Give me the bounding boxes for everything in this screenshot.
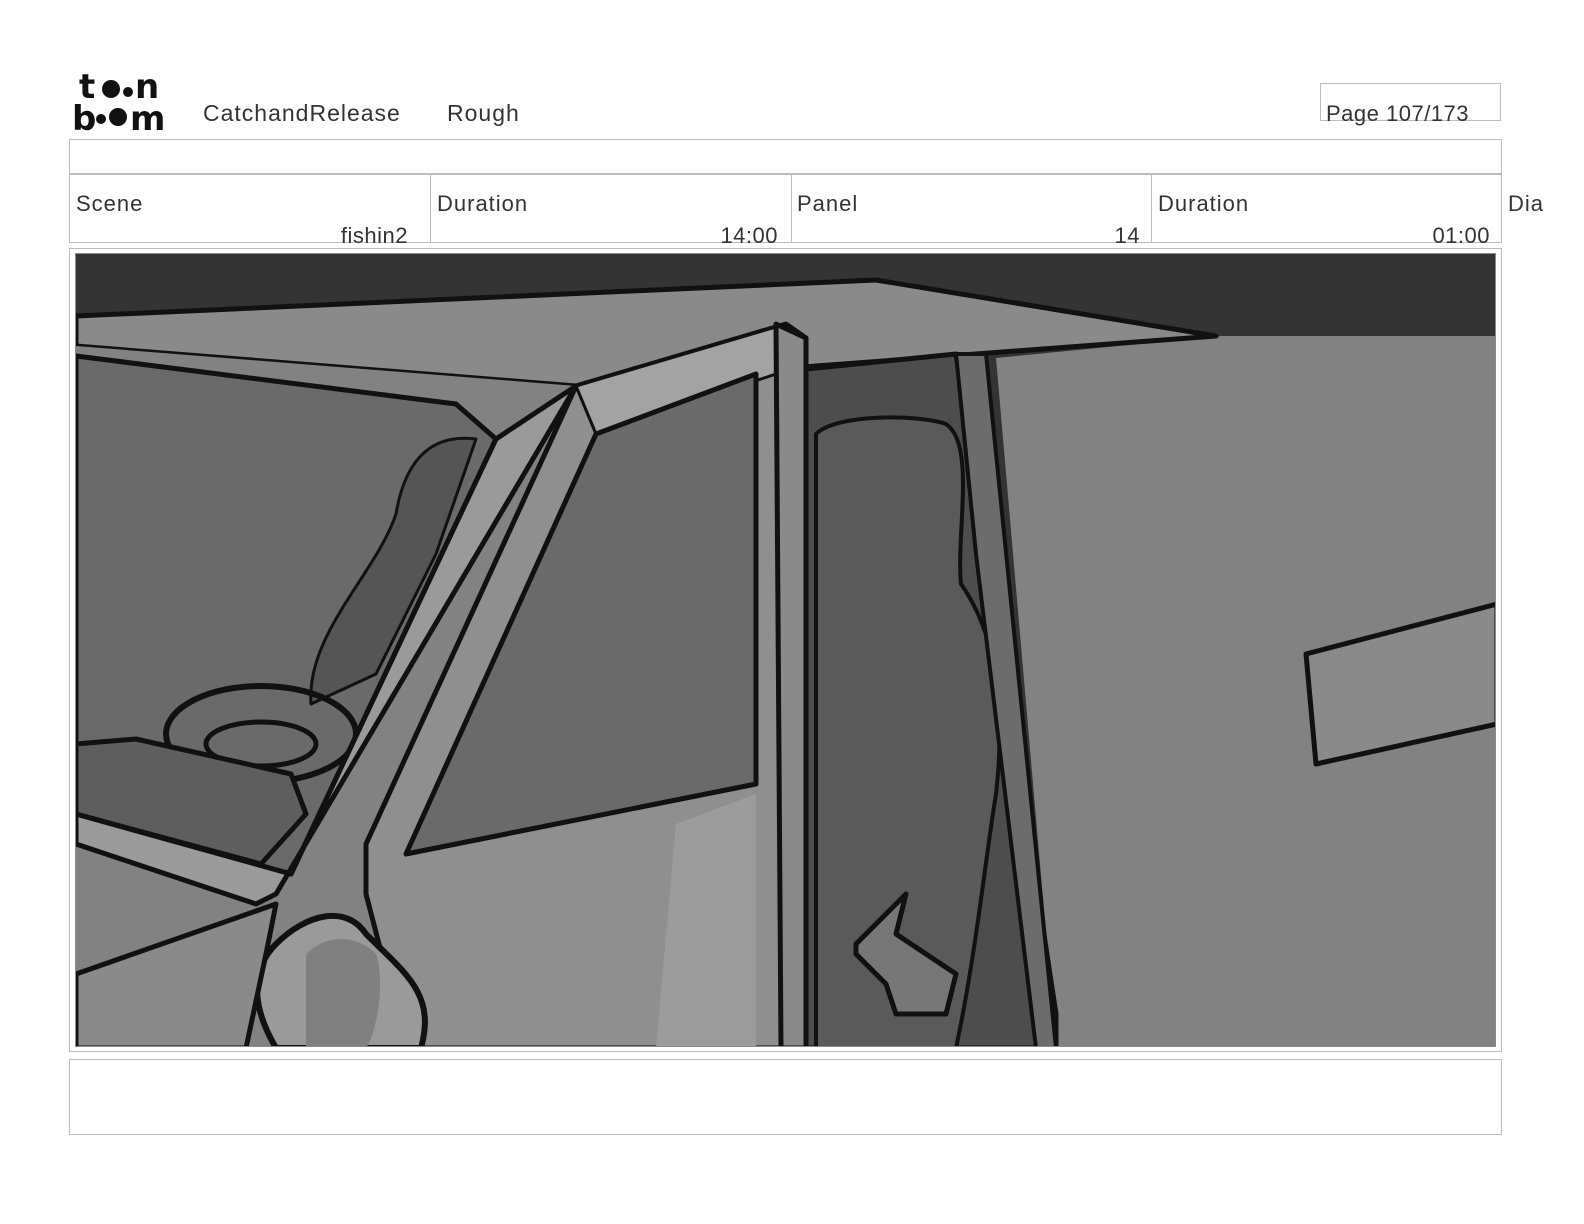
scene-duration-label: Duration [437,191,529,216]
divider [430,174,431,243]
project-title: CatchandRelease [203,100,401,126]
scene-label: Scene [76,191,144,216]
page-indicator: Page 107/173 [1326,101,1470,126]
divider [791,174,792,243]
panel-image [75,253,1496,1047]
panel-duration-label: Duration [1158,191,1250,216]
truck-drawing-icon [76,254,1495,1046]
panel-label: Panel [797,191,859,216]
toon-boom-logo: t n b m [72,70,165,132]
scene-value: fishin2 [340,223,408,248]
dialog-label: Dia [1508,191,1545,216]
divider [1151,174,1152,243]
notes-box [69,1059,1502,1135]
header-strip [69,139,1502,174]
panel-duration-value: 01:00 [1432,223,1490,248]
scene-duration-value: 14:00 [720,223,778,248]
svg-text:m: m [130,99,165,132]
svg-text:b: b [72,99,96,132]
stage-label: Rough [447,100,520,126]
panel-value: 14 [1114,223,1140,248]
